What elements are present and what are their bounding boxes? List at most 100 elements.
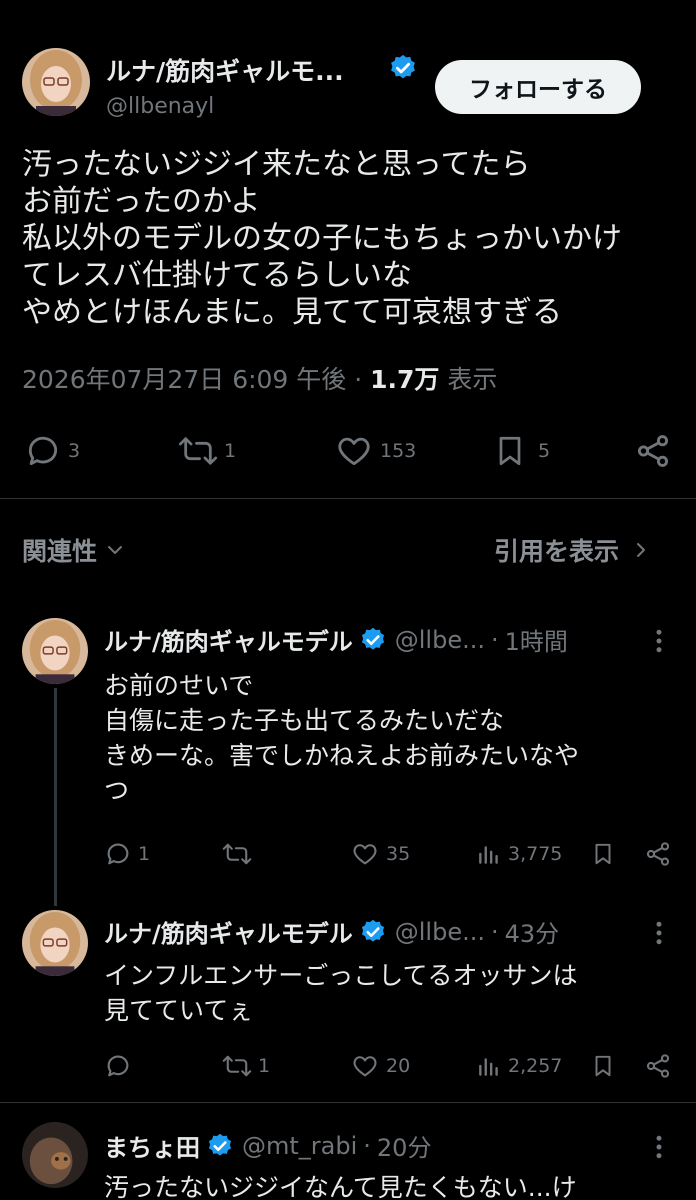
share-button[interactable] [634, 432, 672, 470]
author-name[interactable]: まちょ田 [104, 1128, 200, 1163]
bookmark-icon [595, 843, 611, 865]
views-count: 1.7万 [370, 365, 440, 394]
bookmark-button[interactable]: 5 [492, 432, 550, 470]
views-button[interactable]: 3,775 [476, 840, 562, 868]
more-options-icon[interactable] [652, 626, 666, 661]
follow-button[interactable]: フォローする [435, 60, 641, 114]
reply-icon [28, 436, 58, 466]
views-count: 3,775 [508, 843, 563, 865]
bookmark-button[interactable] [590, 1052, 616, 1080]
tweet-meta: 2026年07月27日 6:09 午後 · 1.7万 表示 [22, 360, 497, 396]
reply-count: 1 [138, 843, 151, 865]
share-icon [646, 842, 670, 866]
author-name[interactable]: ルナ/筋肉ギャルモ... [106, 52, 344, 88]
like-button[interactable]: 20 [350, 1052, 410, 1080]
bookmark-count: 5 [538, 440, 551, 462]
divider [0, 1102, 696, 1103]
reply-header: まちょ田 @mt_rabi · 20分 [104, 1128, 431, 1163]
reply-icon [107, 843, 129, 865]
views-chart-icon [479, 1058, 498, 1076]
separator: · [491, 625, 499, 654]
like-count: 153 [380, 440, 417, 462]
view-quotes-link[interactable]: 引用を表示 [494, 532, 653, 568]
author-handle[interactable]: @llbe... [395, 626, 485, 654]
heart-icon [338, 437, 370, 466]
reply-line: 見てていてぇ [104, 996, 254, 1025]
tweet-line: 私以外のモデルの女の子にもちょっかいかけ [22, 221, 622, 256]
like-count: 35 [386, 843, 411, 865]
verified-badge-icon [361, 627, 384, 650]
divider [0, 498, 696, 499]
retweet-count: 1 [258, 1055, 271, 1077]
reply-line: 自傷に走った子も出てるみたいだな [104, 706, 505, 735]
share-icon [646, 1054, 670, 1078]
author-handle[interactable]: @llbe... [395, 918, 485, 946]
bookmark-button[interactable] [590, 840, 616, 868]
reply-button[interactable]: 3 [24, 432, 80, 470]
reply-button[interactable]: 1 [104, 840, 150, 868]
reply-text: お前のせいで 自傷に走った子も出てるみたいだな きめーな。害でしかねえよお前みた… [104, 668, 579, 808]
retweet-icon [222, 843, 252, 865]
reply-button[interactable] [104, 1052, 138, 1080]
timestamp[interactable]: 20分 [377, 1128, 432, 1163]
view-quotes-label: 引用を表示 [494, 537, 620, 566]
tweet-line: やめとけほんまに。見てて可哀想すぎる [22, 295, 562, 330]
reply-line: インフルエンサーごっこしてるオッサンは [104, 961, 578, 990]
reply-line: つ [104, 776, 130, 805]
reply-text: インフルエンサーごっこしてるオッサンは 見てていてぇ [104, 958, 578, 1028]
retweet-icon [178, 437, 218, 465]
views-count: 2,257 [508, 1055, 563, 1077]
author-name[interactable]: ルナ/筋肉ギャルモデル [104, 914, 353, 949]
reply-text: 汚ったないジジイなんて見たくもない...け [104, 1170, 577, 1200]
author-name[interactable]: ルナ/筋肉ギャルモデル [104, 622, 353, 657]
timestamp[interactable]: 1時間 [505, 622, 568, 657]
share-button[interactable] [644, 1052, 672, 1080]
like-button[interactable]: 153 [334, 432, 416, 470]
bookmark-icon [595, 1055, 611, 1077]
reply-line: お前のせいで [104, 671, 254, 700]
more-options-icon[interactable] [652, 918, 666, 953]
avatar[interactable] [22, 48, 90, 116]
sort-label: 関連性 [22, 537, 98, 566]
reply-icon [107, 1055, 129, 1077]
avatar[interactable] [22, 910, 88, 976]
chevron-right-icon [637, 543, 646, 557]
share-button[interactable] [644, 840, 672, 868]
author-handle[interactable]: @llbenayl [106, 94, 214, 119]
avatar[interactable] [22, 1122, 88, 1188]
separator: · [363, 1131, 371, 1160]
retweet-button[interactable]: 1 [222, 1052, 270, 1080]
sort-dropdown[interactable]: 関連性 [22, 532, 127, 568]
views-chart-icon [479, 846, 498, 864]
verified-badge-icon [208, 1133, 232, 1156]
like-count: 20 [386, 1055, 411, 1077]
reply-header: ルナ/筋肉ギャルモデル @llbe... · 1時間 [104, 622, 568, 657]
tweet-line: てレスバ仕掛けてるらしいな [22, 258, 412, 293]
tweet-line: お前だったのかよ [22, 184, 261, 219]
avatar[interactable] [22, 618, 88, 684]
author-handle[interactable]: @mt_rabi [242, 1132, 357, 1160]
separator: · [354, 365, 363, 394]
tweet-text: 汚ったないジジイ来たなと思ってたら お前だったのかよ 私以外のモデルの女の子にも… [22, 146, 682, 331]
thread-line [54, 688, 57, 906]
bookmark-icon [499, 436, 521, 466]
separator: · [491, 917, 499, 946]
timestamp[interactable]: 43分 [505, 914, 560, 949]
retweet-button[interactable]: 1 [178, 432, 236, 470]
heart-icon [353, 1056, 377, 1077]
tweet-datetime[interactable]: 2026年07月27日 6:09 午後 [22, 365, 346, 394]
reply-line: 汚ったないジジイなんて見たくもない...け [104, 1173, 577, 1200]
like-button[interactable]: 35 [350, 840, 410, 868]
verified-badge-icon [361, 919, 384, 942]
more-options-icon[interactable] [652, 1132, 666, 1167]
retweet-icon [222, 1055, 252, 1077]
heart-icon [353, 844, 377, 865]
reply-line: きめーな。害でしかねえよお前みたいなや [104, 741, 580, 770]
tweet-line: 汚ったないジジイ来たなと思ってたら [22, 147, 531, 182]
chevron-down-icon [108, 546, 123, 554]
retweet-count: 1 [224, 440, 237, 462]
share-icon [637, 435, 669, 467]
views-button[interactable]: 2,257 [476, 1052, 562, 1080]
retweet-button[interactable] [222, 840, 258, 868]
views-label: 表示 [447, 365, 498, 394]
